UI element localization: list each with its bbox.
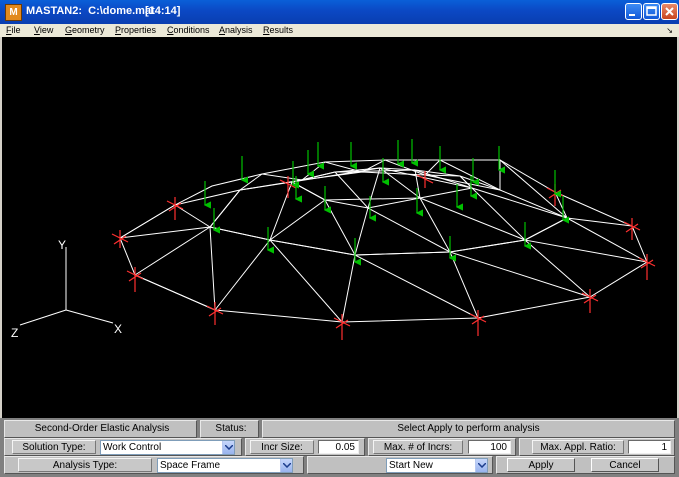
analysis-type-select[interactable]: Space Frame (157, 458, 293, 473)
window-time: [14:14] (145, 5, 181, 17)
analysis-type-value: Space Frame (160, 460, 221, 471)
solution-type-value: Work Control (103, 442, 162, 453)
dome-members (119, 158, 648, 324)
menu-properties[interactable]: Properties (115, 24, 156, 37)
axis-z-label: Z (11, 326, 18, 340)
menu-bar: File View Geometry Properties Conditions… (0, 24, 679, 37)
dome-structure-drawing: Y X Z (11, 139, 656, 340)
menu-geometry[interactable]: Geometry (65, 24, 105, 37)
incr-size-label: Incr Size: (250, 440, 314, 454)
maximize-icon[interactable] (643, 3, 660, 20)
incr-size-input[interactable]: 0.05 (318, 440, 359, 454)
chevron-down-icon[interactable] (280, 459, 292, 472)
max-ratio-label: Max. Appl. Ratio: (532, 440, 624, 454)
window-title: MASTAN2: C:\dome.mat (26, 5, 155, 17)
dock-arrow-icon[interactable]: ↘ (666, 24, 673, 37)
menu-file[interactable]: File (6, 24, 21, 37)
apply-button[interactable]: Apply (507, 458, 575, 472)
menu-conditions[interactable]: Conditions (167, 24, 210, 37)
close-icon[interactable] (661, 3, 678, 20)
max-incrs-label: Max. # of Incrs: (373, 440, 463, 454)
max-incrs-input[interactable]: 100 (468, 440, 511, 454)
solution-type-select[interactable]: Work Control (100, 440, 235, 455)
minimize-icon[interactable] (625, 3, 642, 20)
menu-view[interactable]: View (34, 24, 53, 37)
axis-triad (19, 247, 114, 326)
menu-results[interactable]: Results (263, 24, 293, 37)
cancel-button[interactable]: Cancel (591, 458, 659, 472)
matlab-icon[interactable]: M (5, 4, 22, 21)
load-arrows (203, 139, 569, 266)
max-ratio-input[interactable]: 1 (628, 440, 671, 454)
solution-type-label: Solution Type: (12, 440, 96, 454)
status-value: Select Apply to perform analysis (397, 423, 540, 434)
analysis-panel: Second-Order Elastic Analysis Status: Se… (0, 418, 679, 477)
menu-analysis[interactable]: Analysis (219, 24, 253, 37)
structure-canvas[interactable]: Y X Z (2, 37, 677, 418)
axis-y-label: Y (58, 238, 66, 252)
title-bar: M MASTAN2: C:\dome.mat [14:14] (0, 0, 679, 24)
analysis-type-label: Analysis Type: (18, 458, 152, 472)
support-markers (111, 171, 656, 340)
analysis-name: Second-Order Elastic Analysis (34, 423, 170, 434)
start-value: Start New (389, 460, 433, 471)
status-label: Status: (215, 423, 247, 434)
axis-x-label: X (114, 322, 122, 336)
chevron-down-icon[interactable] (222, 441, 234, 454)
chevron-down-icon[interactable] (475, 459, 487, 472)
start-select[interactable]: Start New (386, 458, 488, 473)
